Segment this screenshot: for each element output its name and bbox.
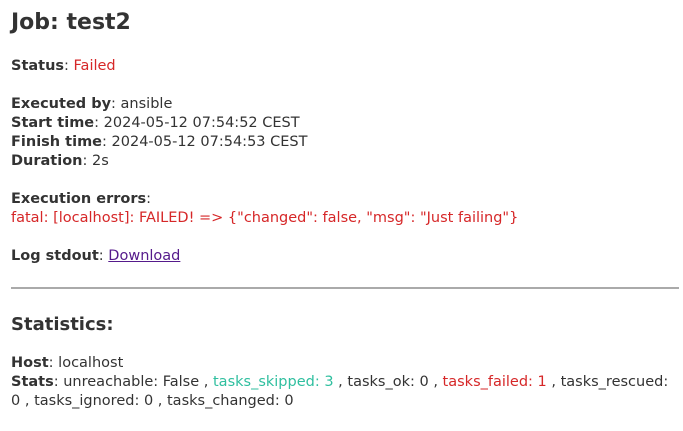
executed-by-row: Executed by: ansible [11,96,173,112]
execution-errors-row: Execution errors: [11,191,152,207]
section-divider [11,287,679,289]
stat-tasks-ok: , tasks_ok: 0 , [338,374,438,390]
start-time-row: Start time: 2024-05-12 07:54:52 CEST [11,115,300,131]
statistics-heading: Statistics: [11,314,114,335]
host-row: Host: localhost [11,355,124,371]
stat-unreachable: unreachable: False , [63,374,209,390]
host-value: localhost [58,355,124,371]
executed-by-value: ansible [120,96,173,112]
stat-tasks-skipped: tasks_skipped: 3 [213,374,334,390]
execution-errors-label: Execution errors [11,191,147,207]
duration-label: Duration [11,153,83,169]
start-time-value: 2024-05-12 07:54:52 CEST [103,115,300,131]
status-value: Failed [73,58,116,74]
stats-label: Stats [11,374,54,390]
log-stdout-label: Log stdout [11,248,99,264]
log-stdout-row: Log stdout: Download [11,248,181,264]
finish-time-value: 2024-05-12 07:54:53 CEST [111,134,308,150]
finish-time-row: Finish time: 2024-05-12 07:54:53 CEST [11,134,308,150]
stats-row: Stats: unreachable: False , tasks_skippe… [11,374,669,409]
status-label: Status [11,58,65,74]
duration-row: Duration: 2s [11,153,109,169]
start-time-label: Start time [11,115,95,131]
page-title: Job: test2 [11,10,131,35]
stat-tasks-ignored-changed: tasks_ignored: 0 , tasks_changed: 0 [34,393,294,409]
execution-error-message: fatal: [localhost]: FAILED! => {"changed… [11,210,519,226]
executed-by-label: Executed by [11,96,112,112]
status-row: Status: Failed [11,58,116,74]
stat-tasks-failed: tasks_failed: 1 [442,374,547,390]
download-log-link[interactable]: Download [108,248,180,264]
finish-time-label: Finish time [11,134,103,150]
host-label: Host [11,355,49,371]
duration-value: 2s [91,153,109,169]
